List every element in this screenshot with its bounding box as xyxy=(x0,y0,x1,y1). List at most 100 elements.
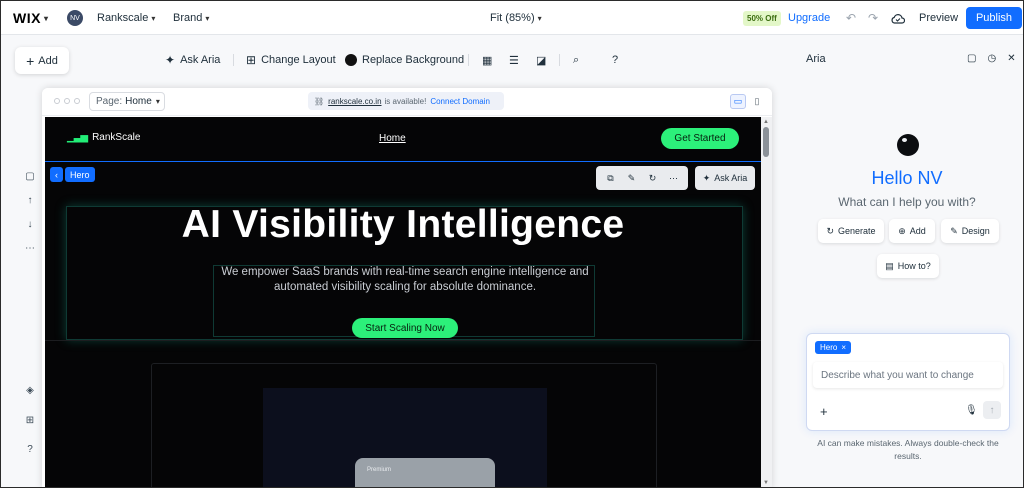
describe-change-input[interactable] xyxy=(813,362,1003,388)
site-logo[interactable]: ▁▃▅ RankScale xyxy=(67,132,140,143)
section-icon[interactable]: ▢ xyxy=(23,169,37,183)
domain-name: rankscale.co.in xyxy=(328,96,382,106)
device-label: Premium xyxy=(367,467,392,473)
sparkle-icon: ✦ xyxy=(165,53,176,67)
panel-actions: ▢ ◷ ✕ xyxy=(967,53,1016,64)
microphone-icon[interactable]: 🎙 xyxy=(965,405,978,416)
ask-aria-button[interactable]: ✦ Ask Aria xyxy=(165,52,220,68)
sparkle-icon: ✦ xyxy=(702,172,711,183)
move-down-icon[interactable]: ↓ xyxy=(23,217,37,231)
brand-menu[interactable]: Brand ▾ xyxy=(173,1,209,35)
scrollbar-thumb[interactable] xyxy=(763,127,769,157)
close-icon[interactable]: × xyxy=(841,343,846,352)
site-header[interactable]: ▁▃▅ RankScale Home Get Started xyxy=(45,117,761,160)
section-ask-aria-button[interactable]: ✦ Ask Aria xyxy=(695,166,755,190)
help-icon[interactable]: ? xyxy=(612,52,618,68)
refresh-icon: ↻ xyxy=(826,225,834,236)
site-canvas: ▁▃▅ RankScale Home Get Started ‹ Hero ⧉ ✎… xyxy=(45,117,761,487)
toolbar-divider xyxy=(468,54,469,66)
site-get-started-button[interactable]: Get Started xyxy=(661,128,739,149)
account-avatar[interactable]: NV xyxy=(67,1,83,35)
design-chip[interactable]: ✎ Design xyxy=(941,219,999,243)
align-icon[interactable]: ☰ xyxy=(509,52,519,68)
panel-title: Aria xyxy=(806,53,826,65)
window-dots xyxy=(54,98,80,104)
editor-window: WIX ▾ NV Rankscale ▾ Brand ▾ Fit (85%) ▾ 50%… xyxy=(0,0,1024,488)
site-menu[interactable]: Rankscale ▾ xyxy=(97,1,155,35)
domain-bar: ⛓ rankscale.co.in is available! Connect … xyxy=(308,92,504,110)
desktop-view-icon[interactable]: ▭ xyxy=(730,94,746,109)
avatar: NV xyxy=(67,10,83,26)
chevron-down-icon: ▾ xyxy=(155,97,160,106)
chat-icon[interactable]: ▢ xyxy=(967,53,976,64)
chevron-down-icon: ▾ xyxy=(43,13,49,23)
help-icon[interactable]: ? xyxy=(23,442,37,456)
chevron-left-icon[interactable]: ‹ xyxy=(50,167,63,182)
design-icon[interactable]: ✎ xyxy=(625,171,639,185)
add-chip[interactable]: ⊕ Add xyxy=(889,219,935,243)
hero-cta-button[interactable]: Start Scaling Now xyxy=(352,318,458,338)
section-tag[interactable]: ‹ Hero xyxy=(50,167,95,182)
add-element-icon: ⊕ xyxy=(898,225,906,236)
connect-domain-link[interactable]: Connect Domain xyxy=(430,97,490,106)
attach-plus-icon[interactable]: + xyxy=(820,404,828,419)
section-layout-icon[interactable]: ◪ xyxy=(536,52,546,68)
aria-composer: Hero× + 🎙 ↑ xyxy=(806,333,1010,431)
toolbar-divider xyxy=(233,54,234,66)
chevron-down-icon: ▾ xyxy=(151,13,156,23)
change-layout-button[interactable]: ⊞ Change Layout xyxy=(246,52,336,68)
history-icon[interactable]: ◷ xyxy=(987,53,996,64)
device-mockup xyxy=(355,458,495,487)
more-icon[interactable]: ⋯ xyxy=(667,171,681,185)
replace-background-button[interactable]: Replace Background xyxy=(345,52,464,68)
stack-icon[interactable]: ⧉ xyxy=(604,171,618,185)
aria-orb-icon xyxy=(897,134,919,156)
greeting: Hello NV xyxy=(871,168,943,188)
scroll-down-icon[interactable]: ▼ xyxy=(763,480,769,486)
publish-button-wrap: Publish xyxy=(966,1,1022,35)
animation-icon[interactable]: ↻ xyxy=(646,171,660,185)
hero-section[interactable]: ‹ Hero ⧉ ✎ ↻ ⋯ ✦ Ask Aria AI Visibility I… xyxy=(45,161,761,487)
link-icon: ⛓ xyxy=(314,96,325,106)
brush-icon: ✎ xyxy=(950,225,958,236)
browser-header: Page: Home ▾ ⛓ rankscale.co.in is availabl… xyxy=(42,88,772,116)
send-icon[interactable]: ↑ xyxy=(983,401,1001,419)
section-tag-label: Hero xyxy=(65,167,95,182)
move-up-icon[interactable]: ↑ xyxy=(23,193,37,207)
preview-button[interactable]: Preview xyxy=(919,1,958,35)
aria-panel: Aria ▢ ◷ ✕ Hello NV What can I help you … xyxy=(791,36,1023,487)
hero-title[interactable]: AI Visibility Intelligence xyxy=(45,203,761,247)
redo-icon[interactable]: ↷ xyxy=(868,1,878,35)
bar-chart-icon: ▁▃▅ xyxy=(67,132,88,143)
top-bar: WIX ▾ NV Rankscale ▾ Brand ▾ Fit (85%) ▾ 50%… xyxy=(1,1,1023,35)
upgrade-link[interactable]: Upgrade xyxy=(788,1,830,35)
magic-search-icon[interactable]: ⌕ xyxy=(573,52,579,68)
cloud-save-icon[interactable] xyxy=(891,1,905,35)
layers-icon[interactable]: ◈ xyxy=(23,383,37,397)
undo-icon[interactable]: ↶ xyxy=(846,1,856,35)
publish-button[interactable]: Publish xyxy=(966,7,1022,29)
wix-logo[interactable]: WIX ▾ xyxy=(13,1,48,35)
site-nav-home[interactable]: Home xyxy=(379,133,406,144)
section-toolbar: ⧉ ✎ ↻ ⋯ xyxy=(596,166,688,190)
grid-icon[interactable]: ⊞ xyxy=(23,413,37,427)
mobile-view-icon[interactable]: ▯ xyxy=(752,94,762,109)
chevron-down-icon: ▾ xyxy=(537,13,542,23)
close-icon[interactable]: ✕ xyxy=(1007,53,1015,64)
hero-subtitle[interactable]: We empower SaaS brands with real-time se… xyxy=(205,265,605,295)
domain-status: is available! xyxy=(384,96,427,106)
generate-chip[interactable]: ↻ Generate xyxy=(818,219,884,243)
layout-icon: ⊞ xyxy=(246,53,257,67)
add-elements-button[interactable]: + Add xyxy=(15,47,69,74)
site-preview-frame: Page: Home ▾ ⛓ rankscale.co.in is availabl… xyxy=(42,88,772,487)
zoom-fit-dropdown[interactable]: Fit (85%) ▾ xyxy=(490,1,542,35)
hero-divider xyxy=(45,340,761,341)
background-swatch-icon xyxy=(345,54,357,66)
pattern-icon[interactable]: ▦ xyxy=(482,52,492,68)
howto-chip[interactable]: ▤ How to? xyxy=(877,254,939,278)
more-icon[interactable]: ⋯ xyxy=(23,241,37,255)
scroll-up-icon[interactable]: ▲ xyxy=(763,119,769,125)
page-selector[interactable]: Page: Home ▾ xyxy=(89,92,165,111)
preview-scrollbar[interactable]: ▲ ▼ xyxy=(761,117,772,487)
context-tag[interactable]: Hero × xyxy=(815,341,852,354)
